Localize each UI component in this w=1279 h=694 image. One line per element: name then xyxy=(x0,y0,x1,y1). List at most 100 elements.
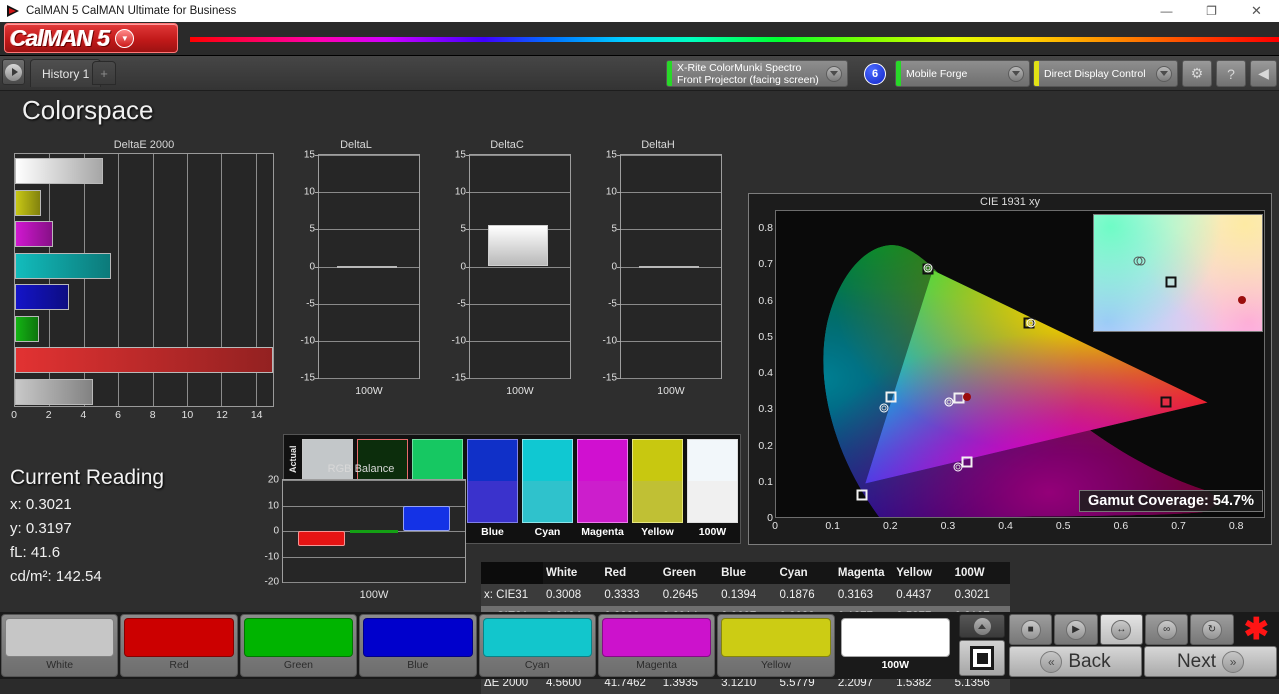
table-cell: 0.1876 xyxy=(779,589,815,601)
meter-name: X-Rite ColorMunki Spectro xyxy=(677,61,802,74)
swatch-pair xyxy=(577,439,628,523)
target-swatch xyxy=(633,481,682,522)
color-patch-button-magenta[interactable]: Magenta xyxy=(597,614,716,677)
window-controls: — ❐ ✕ xyxy=(1144,0,1279,22)
maximize-button[interactable]: ❐ xyxy=(1189,0,1234,22)
next-button[interactable]: Next » xyxy=(1144,646,1277,677)
add-tab-button[interactable]: + xyxy=(92,61,116,85)
inset-marker-100w-measured xyxy=(1136,256,1146,266)
color-patch-button-white[interactable]: White xyxy=(1,614,119,677)
gridline xyxy=(283,480,465,481)
color-chip xyxy=(601,618,712,657)
asterisk-icon[interactable]: ✱ xyxy=(1235,614,1277,645)
meter-control-column xyxy=(959,614,1005,676)
continuous-button[interactable]: ∞ xyxy=(1144,614,1189,645)
continuous-icon: ∞ xyxy=(1156,619,1177,640)
tick-mark xyxy=(617,266,621,268)
deltae-2000-x-axis: 0 2 4 6 8 10 12 14 xyxy=(11,409,274,429)
target-swatch xyxy=(578,481,627,522)
color-patch-button-blue[interactable]: Blue xyxy=(359,614,477,677)
gear-icon[interactable]: ⚙ xyxy=(1182,60,1212,87)
collapse-icon[interactable]: ◀ xyxy=(1250,60,1277,87)
next-button-label: Next xyxy=(1176,650,1217,672)
expand-up-button[interactable] xyxy=(959,614,1005,638)
color-patch-button-green[interactable]: Green xyxy=(239,614,358,677)
chevron-down-icon[interactable] xyxy=(1151,61,1177,86)
display-control-selector[interactable]: Direct Display Control xyxy=(1033,60,1178,87)
color-patch-button-cyan[interactable]: Cyan xyxy=(478,614,596,677)
tick-mark xyxy=(617,378,621,379)
swatch-column-label: Magenta xyxy=(581,526,624,538)
deltae-2000-plot-area xyxy=(14,153,274,407)
close-button[interactable]: ✕ xyxy=(1234,0,1279,22)
main-content: Colorspace DeltaE 2000 0 2 4 6 8 10 12 14 Delta… xyxy=(0,91,1279,694)
target-swatch xyxy=(523,481,572,522)
tab-history-1[interactable]: History 1 xyxy=(30,59,102,87)
gridline xyxy=(470,378,570,379)
stop-icon[interactable] xyxy=(959,640,1005,676)
cie-y-tick-label: 0.3 xyxy=(758,403,773,416)
tick-mark xyxy=(617,340,621,342)
play-button[interactable]: ▶ xyxy=(1054,614,1098,645)
actual-swatch xyxy=(633,440,682,481)
calman-logo-button[interactable]: CalMAN 5 ▼ xyxy=(4,23,178,53)
swatch-column-label: Yellow xyxy=(641,526,674,538)
refresh-button[interactable]: ↻ xyxy=(1190,614,1234,645)
cie-y-tick-label: 0.7 xyxy=(758,258,773,271)
deltah-chart: DeltaH 15 10 5 0 -5 -10 -15 100W xyxy=(590,139,726,409)
table-column-header: White xyxy=(543,562,602,584)
cie-x-tick-label: 0.6 xyxy=(1113,520,1129,532)
gridline xyxy=(621,340,721,342)
color-patch-button-100w[interactable]: 100W xyxy=(836,614,954,677)
navigation-zone: ■ ▶ ↔ ∞ ↻ ✱ « Back Next » xyxy=(955,612,1279,679)
meter-selector[interactable]: X-Rite ColorMunki Spectro Front Projecto… xyxy=(666,60,848,87)
gridline xyxy=(621,192,721,194)
back-button[interactable]: « Back xyxy=(1009,646,1142,677)
swatch-column-label: Cyan xyxy=(534,526,561,538)
reading-fl: fL: 41.6 xyxy=(10,544,61,561)
table-column-header: 100W xyxy=(951,562,1010,584)
chevron-down-icon[interactable] xyxy=(821,61,847,86)
cie-x-tick-label: 0.2 xyxy=(882,520,898,532)
chevron-down-icon[interactable] xyxy=(1003,61,1029,86)
target-swatch xyxy=(468,481,517,522)
rgb-balance-bar-blue xyxy=(403,505,451,531)
gamut-coverage-label: Gamut Coverage: 54.7% xyxy=(1078,490,1263,512)
deltae-2000-chart: DeltaE 2000 0 2 4 6 8 10 12 14 xyxy=(11,139,274,429)
minimize-button[interactable]: — xyxy=(1144,0,1189,22)
table-cell: 0.3333 xyxy=(604,589,640,601)
cie-marker-targets-blue xyxy=(856,489,868,501)
target-swatch xyxy=(688,481,737,522)
cie-point-small xyxy=(955,464,961,470)
actual-swatch xyxy=(578,440,627,481)
current-reading-heading: Current Reading xyxy=(10,466,165,489)
color-patch-button-red[interactable]: Red xyxy=(120,614,238,677)
gridline xyxy=(283,556,465,558)
x-tick-label: 10 xyxy=(181,409,194,421)
deltac-x-label: 100W xyxy=(506,385,534,397)
tick-mark xyxy=(315,378,319,379)
source-selector[interactable]: Mobile Forge xyxy=(895,60,1030,87)
inset-marker-white-target xyxy=(1165,276,1177,288)
deltah-bar xyxy=(639,265,699,268)
cie-y-tick-label: 0.1 xyxy=(758,475,773,488)
color-chip xyxy=(124,618,234,657)
table-cell: 0.3163 xyxy=(837,589,874,601)
x-tick-label: 0 xyxy=(11,409,17,421)
back-next-row: « Back Next » xyxy=(1009,646,1277,677)
range-button[interactable]: ↔ xyxy=(1099,614,1143,645)
cie-marker-targets-white xyxy=(953,392,965,404)
reading-y: y: 0.3197 xyxy=(10,520,72,537)
gridline xyxy=(470,192,570,194)
help-icon[interactable]: ? xyxy=(1216,60,1246,87)
chevron-down-icon[interactable]: ▼ xyxy=(115,28,135,48)
x-tick-label: 14 xyxy=(250,409,263,421)
stop-button[interactable]: ■ xyxy=(1009,614,1053,645)
table-header-row: White Red Green Blue Cyan Magenta Yellow 100W xyxy=(481,562,1010,584)
play-icon[interactable] xyxy=(2,59,25,85)
color-patch-label: Yellow xyxy=(760,659,791,671)
color-patch-button-yellow[interactable]: Yellow xyxy=(717,614,835,677)
cie-marker-targets-red xyxy=(1160,396,1172,408)
cie-y-tick-label: 0.6 xyxy=(758,294,773,307)
refresh-icon: ↻ xyxy=(1201,619,1222,640)
